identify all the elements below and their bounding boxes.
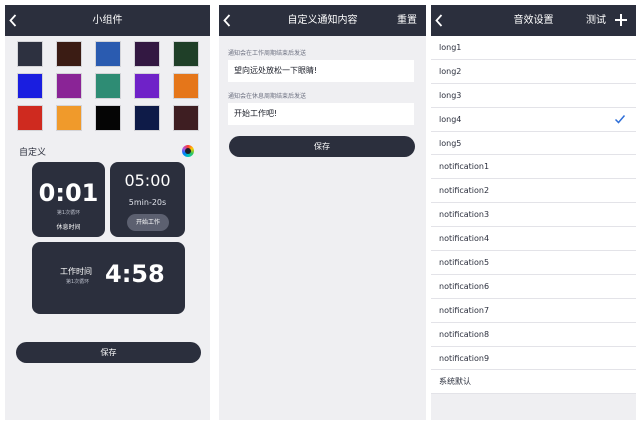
page-title: 小组件 xyxy=(92,15,123,26)
test-button[interactable]: 测试 xyxy=(586,5,606,36)
timer-range-card[interactable]: 05:00 5min-20s 开始工作 xyxy=(110,162,185,237)
notify-screen: 自定义通知内容 重置 通知会在工作周期结束后发送 望向远处放松一下眼睛! 通知会… xyxy=(219,5,426,420)
color-swatch[interactable] xyxy=(173,105,199,131)
checkmark-icon xyxy=(614,114,626,124)
color-swatch[interactable] xyxy=(95,105,121,131)
sound-list-item[interactable]: notification7 xyxy=(431,298,636,323)
sound-item-label: notification5 xyxy=(439,258,490,268)
sound-item-label: notification1 xyxy=(439,162,490,172)
sound-list-item[interactable]: 系统默认 xyxy=(431,370,636,395)
sound-list-item[interactable]: long5 xyxy=(431,131,636,156)
rest-notify-input[interactable]: 开始工作吧! xyxy=(228,103,414,125)
sound-list-item[interactable]: long3 xyxy=(431,83,636,108)
color-swatch[interactable] xyxy=(95,41,121,67)
color-swatch[interactable] xyxy=(17,73,43,99)
color-swatch[interactable] xyxy=(134,105,160,131)
work-time-value: 4:58 xyxy=(105,260,165,288)
work-notify-hint: 通知会在工作周期结束后发送 xyxy=(228,50,307,57)
custom-color-label: 自定义 xyxy=(19,148,47,158)
sound-item-label: 系统默认 xyxy=(439,377,471,387)
start-work-button[interactable]: 开始工作 xyxy=(127,214,169,231)
timer-range-text: 5min-20s xyxy=(128,198,167,207)
color-swatch[interactable] xyxy=(56,73,82,99)
sound-list-item[interactable]: notification2 xyxy=(431,179,636,204)
sound-list-item[interactable]: notification3 xyxy=(431,203,636,228)
work-cycle-text: 第1次循环 xyxy=(66,279,90,285)
screenshot-stage: 小组件 自定义 0:01 第1次循环 休息时间 05:00 5min-20s 开… xyxy=(0,0,640,425)
sound-list-item[interactable]: notification1 xyxy=(431,155,636,180)
sound-list-item[interactable]: notification4 xyxy=(431,227,636,252)
color-swatch[interactable] xyxy=(134,73,160,99)
rest-time-value: 0:01 xyxy=(38,179,99,207)
sound-list-item[interactable]: notification6 xyxy=(431,274,636,299)
sound-item-label: long1 xyxy=(439,43,462,52)
rest-notify-hint: 通知会在休息周期结束后发送 xyxy=(228,93,307,100)
reset-button[interactable]: 重置 xyxy=(397,5,417,36)
sound-item-label: notification6 xyxy=(439,281,490,291)
sound-item-label: notification3 xyxy=(439,210,490,220)
color-swatch[interactable] xyxy=(17,41,43,67)
sound-list-item[interactable]: long4 xyxy=(431,107,636,132)
rest-time-card[interactable]: 0:01 第1次循环 休息时间 xyxy=(32,162,105,237)
color-swatch[interactable] xyxy=(173,73,199,99)
sound-list-item[interactable]: notification8 xyxy=(431,322,636,347)
color-picker-icon[interactable] xyxy=(182,145,194,157)
sound-list-item[interactable]: notification9 xyxy=(431,346,636,371)
color-swatch[interactable] xyxy=(173,41,199,67)
sound-item-label: long4 xyxy=(439,114,462,124)
work-notify-input[interactable]: 望向远处放松一下眼睛! xyxy=(228,60,414,82)
widget-screen: 小组件 自定义 0:01 第1次循环 休息时间 05:00 5min-20s 开… xyxy=(5,5,210,420)
sound-item-label: long5 xyxy=(439,138,462,148)
timer-value: 05:00 xyxy=(124,171,171,190)
sound-item-label: notification9 xyxy=(439,353,490,363)
notify-navbar: 自定义通知内容 重置 xyxy=(219,5,426,36)
sound-navbar: 音效设置 测试 xyxy=(431,5,636,36)
sound-list-item[interactable]: notification5 xyxy=(431,251,636,275)
sound-item-label: notification4 xyxy=(439,234,490,244)
work-time-card[interactable]: 工作时间 第1次循环 4:58 xyxy=(32,242,185,314)
page-title: 自定义通知内容 xyxy=(287,15,358,26)
sound-list-item[interactable]: long1 xyxy=(431,36,636,60)
sound-item-label: notification8 xyxy=(439,329,490,339)
sound-item-label: long3 xyxy=(439,90,462,100)
work-time-label: 工作时间 xyxy=(60,267,92,276)
sound-list-item[interactable]: long2 xyxy=(431,59,636,84)
sound-item-label: notification7 xyxy=(439,305,490,315)
color-swatch[interactable] xyxy=(17,105,43,131)
color-swatch[interactable] xyxy=(56,105,82,131)
sound-item-label: long2 xyxy=(439,66,462,76)
sound-item-label: notification2 xyxy=(439,186,490,196)
sound-screen: 音效设置 测试 long1 long2 long3 long4 long5 notific… xyxy=(431,5,636,420)
rest-cycle-text: 第1次循环 xyxy=(56,210,81,216)
sound-list: long1 long2 long3 long4 long5 notification1 no… xyxy=(431,36,636,395)
color-swatch[interactable] xyxy=(95,73,121,99)
rest-time-label: 休息时间 xyxy=(56,224,81,231)
add-icon[interactable] xyxy=(614,13,628,27)
widget-save-button[interactable]: 保存 xyxy=(16,342,201,363)
notify-save-button[interactable]: 保存 xyxy=(229,136,415,157)
color-swatch[interactable] xyxy=(134,41,160,67)
color-swatch[interactable] xyxy=(56,41,82,67)
widget-navbar: 小组件 xyxy=(5,5,210,36)
